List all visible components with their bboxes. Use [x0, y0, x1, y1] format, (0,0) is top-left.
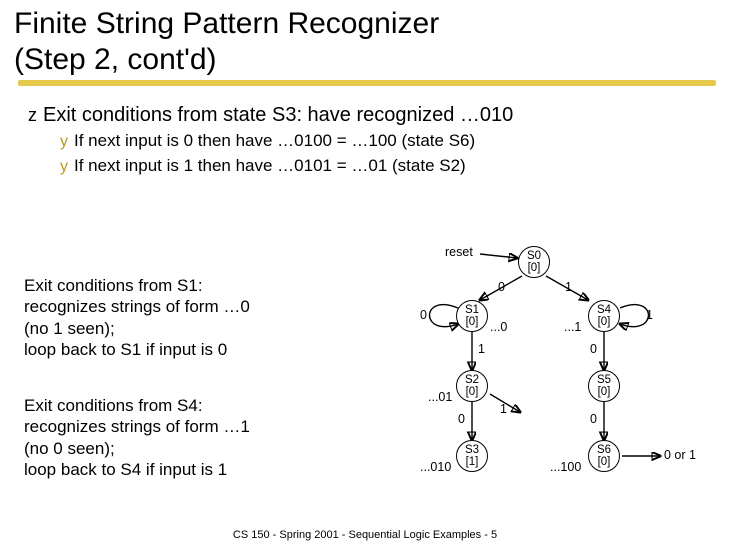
y-icon: y	[60, 131, 68, 153]
slide-title-2: (Step 2, cont'd)	[14, 42, 720, 78]
s3-seq: ...010	[420, 460, 451, 474]
edge-s0-s4: 1	[565, 280, 572, 294]
s4-out: [0]	[589, 316, 619, 328]
content-block: z Exit conditions from state S3: have re…	[0, 86, 730, 178]
sub-bullet-2: y If next input is 1 then have …0101 = ……	[60, 156, 720, 178]
s6-out: [0]	[589, 456, 619, 468]
s5-name: S5	[589, 374, 619, 386]
bullet-main: z Exit conditions from state S3: have re…	[28, 104, 720, 127]
state-s6: S6 [0]	[588, 440, 620, 472]
edge-s0-s1: 0	[498, 280, 505, 294]
edge-s5-0: 0	[590, 412, 597, 426]
sub-bullet-1: y If next input is 0 then have …0100 = ……	[60, 131, 720, 153]
state-s0: S0 [0]	[518, 246, 550, 278]
reset-label: reset	[445, 245, 473, 259]
s2-seq: ...01	[428, 390, 452, 404]
loop-s1-0: 0	[420, 308, 427, 322]
note-s4: Exit conditions from S4: recognizes stri…	[24, 395, 334, 480]
s0-name: S0	[519, 250, 549, 262]
edge-s6-out: 0 or 1	[664, 448, 696, 462]
state-s1: S1 [0]	[456, 300, 488, 332]
state-diagram: reset S0 [0] 0 1 S1 [0] ...0 0 1 S4 [0] …	[350, 242, 730, 532]
s1-out: [0]	[457, 316, 487, 328]
y-icon: y	[60, 156, 68, 178]
s2-name: S2	[457, 374, 487, 386]
bullet-main-text: Exit conditions from state S3: have reco…	[43, 104, 513, 127]
s5-out: [0]	[589, 386, 619, 398]
s1-seq: ...0	[490, 320, 507, 334]
s1-name: S1	[457, 304, 487, 316]
state-s5: S5 [0]	[588, 370, 620, 402]
z-icon: z	[28, 104, 37, 127]
s6-name: S6	[589, 444, 619, 456]
edge-s1-s2: 1	[478, 342, 485, 356]
s6-seq: ...100	[550, 460, 581, 474]
state-s4: S4 [0]	[588, 300, 620, 332]
note-s1: Exit conditions from S1: recognizes stri…	[24, 275, 334, 360]
s4-name: S4	[589, 304, 619, 316]
edge-s2-s3-0: 0	[458, 412, 465, 426]
loop-s4-1: 1	[646, 308, 653, 322]
sub-bullets: y If next input is 0 then have …0100 = ……	[28, 131, 720, 178]
slide-title-1: Finite String Pattern Recognizer	[14, 6, 720, 42]
diagram-edges	[350, 242, 730, 532]
edge-s2-1: 1	[500, 402, 507, 416]
s0-out: [0]	[519, 262, 549, 274]
s3-out: [1]	[457, 456, 487, 468]
state-s3: S3 [1]	[456, 440, 488, 472]
s2-out: [0]	[457, 386, 487, 398]
s3-name: S3	[457, 444, 487, 456]
edge-s4-s5: 0	[590, 342, 597, 356]
sub1-text: If next input is 0 then have …0100 = …10…	[74, 131, 475, 151]
s4-seq: ...1	[564, 320, 581, 334]
sub2-text: If next input is 1 then have …0101 = …01…	[74, 156, 466, 176]
slide-footer: CS 150 - Spring 2001 - Sequential Logic …	[0, 529, 730, 541]
state-s2: S2 [0]	[456, 370, 488, 402]
